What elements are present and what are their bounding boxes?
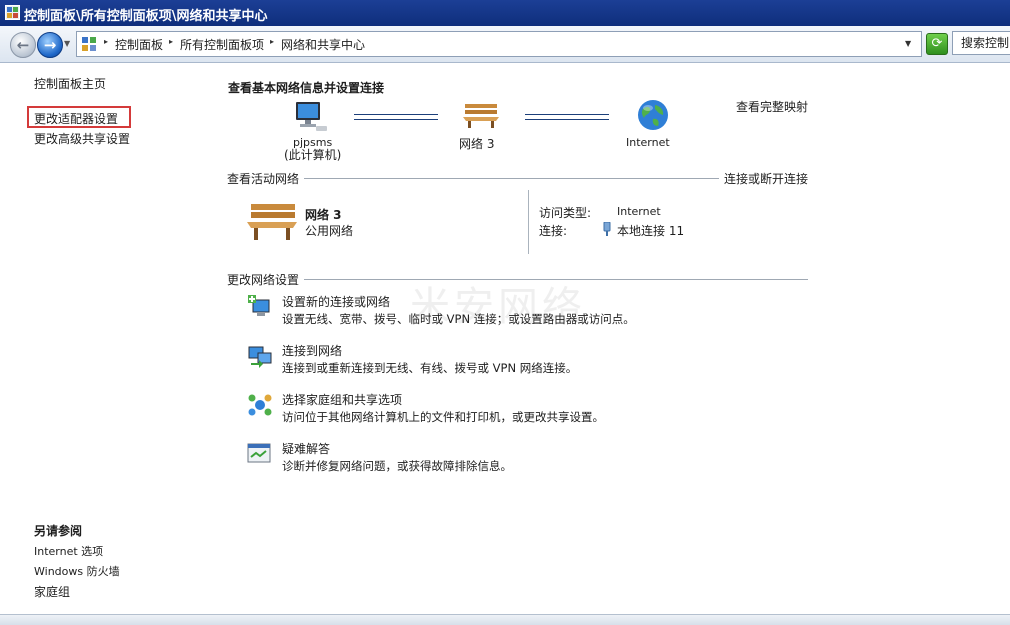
breadcrumb-control-panel[interactable]: 控制面板 (115, 36, 163, 53)
internet-globe-icon (638, 100, 668, 130)
change-advanced-sharing-link[interactable]: 更改高级共享设置 (34, 130, 130, 147)
navigation-bar: ← → ▼ ▸ 控制面板 ▸ 所有控制面板项 ▸ 网络和共享中心 ▼ ⟳ 搜索控… (0, 26, 1010, 63)
task-description: 连接到或重新连接到无线、有线、拨号或 VPN 网络连接。 (282, 361, 578, 375)
connect-to-network-link[interactable]: 连接到网络 (282, 342, 342, 359)
homegroup-sharing-link[interactable]: 选择家庭组和共享选项 (282, 391, 402, 408)
search-input[interactable]: 搜索控制 (952, 31, 1010, 55)
network-bench-icon (247, 204, 297, 240)
breadcrumb-all-items[interactable]: 所有控制面板项 (180, 36, 264, 53)
troubleshoot-link[interactable]: 疑难解答 (282, 440, 330, 457)
crumb-separator-icon[interactable]: ▸ (169, 37, 173, 46)
connection-line (525, 114, 609, 120)
network-bench-icon (463, 104, 499, 128)
forward-arrow-icon: → (43, 36, 57, 54)
status-bar (0, 614, 1010, 625)
task-description: 诊断并修复网络问题，或获得故障排除信息。 (282, 459, 512, 473)
connection-label: 连接: (539, 224, 568, 238)
control-panel-home-link[interactable]: 控制面板主页 (34, 75, 106, 92)
active-networks-heading: 查看活动网络 (227, 170, 305, 187)
windows-firewall-link[interactable]: Windows 防火墙 (34, 563, 120, 579)
window-title: 控制面板\所有控制面板项\网络和共享中心 (24, 9, 268, 24)
active-network-name: 网络 3 (305, 208, 342, 222)
troubleshoot-icon (247, 443, 271, 463)
network-map-label: 网络 3 (459, 137, 495, 151)
new-connection-icon (248, 295, 270, 316)
change-adapter-settings-link[interactable]: 更改适配器设置 (34, 110, 118, 127)
vertical-divider (528, 190, 529, 254)
section-divider (228, 279, 808, 280)
computer-icon (296, 102, 327, 131)
page-title: 查看基本网络信息并设置连接 (228, 81, 385, 95)
refresh-button[interactable]: ⟳ (926, 33, 948, 55)
title-bar: 控制面板\所有控制面板项\网络和共享中心 (0, 0, 1010, 26)
connect-disconnect-link[interactable]: 连接或断开连接 (719, 170, 809, 187)
forward-button[interactable]: → (37, 32, 63, 58)
this-computer-label: (此计算机) (284, 148, 342, 162)
address-dropdown-icon[interactable]: ▼ (905, 39, 911, 48)
recent-pages-dropdown-icon[interactable]: ▼ (64, 39, 70, 48)
control-panel-icon (82, 37, 96, 51)
refresh-icon: ⟳ (931, 36, 943, 51)
ethernet-adapter-icon (603, 222, 611, 236)
connection-line (354, 114, 438, 120)
homegroup-sharing-icon (248, 394, 272, 416)
back-button[interactable]: ← (10, 32, 36, 58)
view-full-map-link[interactable]: 查看完整映射 (736, 98, 808, 115)
change-settings-heading: 更改网络设置 (227, 271, 305, 288)
crumb-separator-icon[interactable]: ▸ (104, 37, 108, 46)
breadcrumb-network-center[interactable]: 网络和共享中心 (281, 36, 365, 53)
connect-network-icon (248, 346, 272, 368)
homegroup-link[interactable]: 家庭组 (34, 583, 70, 600)
address-box[interactable]: ▸ 控制面板 ▸ 所有控制面板项 ▸ 网络和共享中心 ▼ (76, 31, 922, 57)
task-description: 设置无线、宽带、拨号、临时或 VPN 连接；或设置路由器或访问点。 (282, 312, 635, 326)
control-panel-icon (5, 5, 20, 20)
local-connection-link[interactable]: 本地连接 11 (617, 222, 684, 239)
crumb-separator-icon[interactable]: ▸ (270, 37, 274, 46)
internet-label: Internet (626, 136, 670, 149)
see-also-heading: 另请参阅 (34, 524, 83, 538)
access-type-value: Internet (617, 205, 661, 218)
setup-connection-link[interactable]: 设置新的连接或网络 (282, 293, 390, 310)
back-arrow-icon: ← (16, 36, 30, 54)
internet-options-link[interactable]: Internet 选项 (34, 543, 103, 559)
access-type-label: 访问类型: (539, 206, 592, 220)
task-description: 访问位于其他网络计算机上的文件和打印机，或更改共享设置。 (282, 410, 604, 424)
network-type-link[interactable]: 公用网络 (305, 222, 353, 239)
